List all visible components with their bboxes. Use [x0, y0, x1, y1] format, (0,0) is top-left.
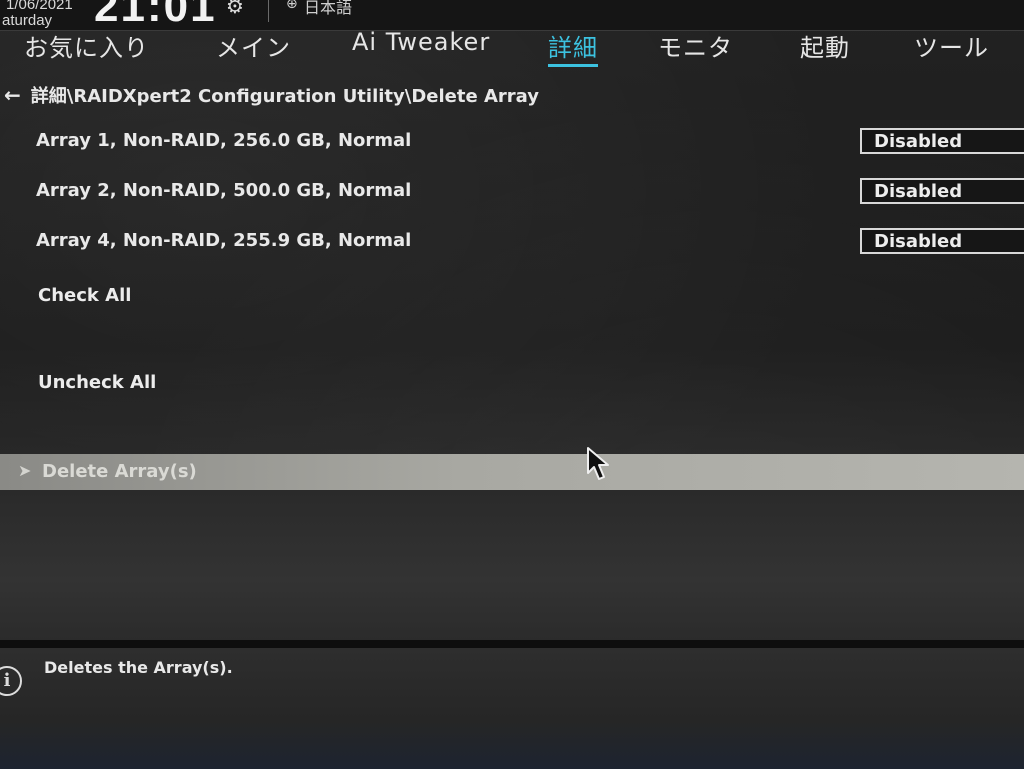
- tab-main[interactable]: メイン: [216, 28, 291, 63]
- array-select-value: Disabled: [874, 131, 963, 152]
- tab-boot[interactable]: 起動: [800, 28, 850, 63]
- help-divider: [0, 640, 1024, 648]
- globe-icon: ⊕: [286, 0, 298, 12]
- tab-advanced[interactable]: 詳細: [548, 28, 598, 67]
- empty-panel: [0, 490, 1024, 640]
- gear-icon[interactable]: ⚙: [226, 0, 244, 18]
- main-tabs: お気に入り メイン Ai Tweaker 詳細 モニタ 起動 ツール: [0, 28, 1024, 72]
- tab-monitor[interactable]: モニタ: [658, 28, 733, 63]
- tab-favorites[interactable]: お気に入り: [24, 28, 149, 63]
- array-select[interactable]: Disabled: [860, 228, 1024, 254]
- array-select[interactable]: Disabled: [860, 178, 1024, 204]
- divider: [268, 0, 269, 22]
- back-arrow-icon[interactable]: ←: [4, 83, 21, 107]
- weekday-readout: aturday: [2, 12, 53, 29]
- chevron-right-icon: ➤: [18, 461, 32, 480]
- array-label: Array 1, Non-RAID, 256.0 GB, Normal: [36, 130, 412, 151]
- bios-screen: 1/06/2021 aturday 21:01 ⚙ ⊕ 日本語 お気に入り メイ…: [0, 0, 1024, 769]
- uncheck-all-button[interactable]: Uncheck All: [38, 372, 156, 393]
- array-select-value: Disabled: [874, 181, 963, 202]
- breadcrumb: ← 詳細\RAIDXpert2 Configuration Utility\De…: [4, 82, 539, 108]
- status-bar: 1/06/2021 aturday 21:01 ⚙ ⊕ 日本語: [0, 0, 1024, 31]
- breadcrumb-path: 詳細\RAIDXpert2 Configuration Utility\Dele…: [30, 86, 539, 107]
- tab-ai-tweaker[interactable]: Ai Tweaker: [352, 28, 490, 56]
- check-all-button[interactable]: Check All: [38, 285, 131, 306]
- tab-tool[interactable]: ツール: [914, 28, 989, 63]
- array-row: Array 2, Non-RAID, 500.0 GB, Normal Disa…: [36, 178, 1024, 208]
- array-select[interactable]: Disabled: [860, 128, 1024, 154]
- array-label: Array 4, Non-RAID, 255.9 GB, Normal: [36, 230, 412, 251]
- mouse-pointer-icon: [587, 447, 609, 480]
- array-row: Array 4, Non-RAID, 255.9 GB, Normal Disa…: [36, 228, 1024, 258]
- help-text: Deletes the Array(s).: [44, 658, 233, 677]
- array-row: Array 1, Non-RAID, 256.0 GB, Normal Disa…: [36, 128, 1024, 158]
- array-select-value: Disabled: [874, 231, 963, 252]
- array-label: Array 2, Non-RAID, 500.0 GB, Normal: [36, 180, 412, 201]
- delete-arrays-button[interactable]: ➤ Delete Array(s): [0, 454, 1024, 490]
- delete-arrays-label: Delete Array(s): [42, 461, 197, 482]
- language-selector[interactable]: 日本語: [304, 0, 352, 18]
